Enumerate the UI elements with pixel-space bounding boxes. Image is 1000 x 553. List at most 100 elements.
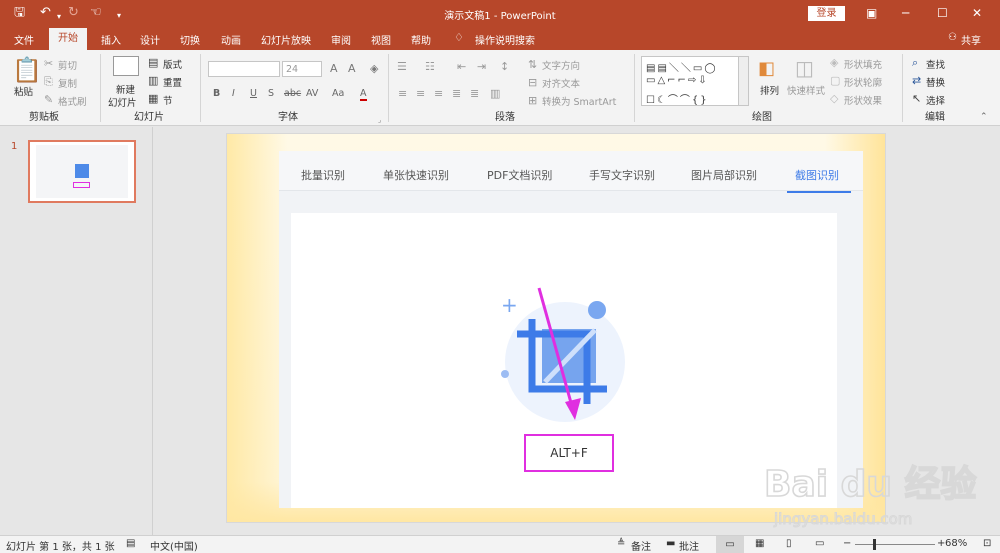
reset-button[interactable]: 重置: [163, 75, 182, 89]
slide-thumbnail-panel: 1: [0, 127, 153, 535]
paste-button[interactable]: 粘贴: [14, 84, 33, 98]
bold-button[interactable]: B: [213, 88, 220, 99]
font-color-button[interactable]: A: [360, 88, 367, 101]
increase-indent-icon[interactable]: ⇥: [477, 60, 486, 73]
collapse-ribbon-icon[interactable]: ⌃: [980, 112, 988, 122]
minimize-icon[interactable]: ─: [902, 5, 909, 21]
numbering-icon[interactable]: ☷: [425, 60, 435, 73]
shadow-button[interactable]: S: [268, 88, 274, 99]
shapes-gallery[interactable]: ▤▤＼＼▭◯ ▭△⌐⌐⇨⇩ ☐☾⌒⌒{}: [641, 56, 749, 106]
recognition-tab-strip: 批量识别 单张快速识别 PDF文档识别 手写文字识别 图片局部识别 截图识别: [279, 151, 863, 191]
bullets-icon[interactable]: ☰: [397, 60, 407, 73]
thumbnail-hotkey-box: [73, 182, 90, 188]
shape-outline-button[interactable]: 形状轮廓: [844, 75, 882, 89]
notes-button[interactable]: 备注: [631, 538, 651, 553]
tab-help[interactable]: 帮助: [411, 32, 431, 47]
shape-row-icons: ▤▤＼＼▭◯: [646, 63, 718, 74]
zoom-slider[interactable]: [855, 544, 935, 545]
quick-styles-icon[interactable]: ◫: [795, 56, 814, 80]
replace-button[interactable]: 替换: [926, 75, 945, 89]
tab-design[interactable]: 设计: [140, 32, 160, 47]
align-text-button[interactable]: 对齐文本: [542, 76, 580, 90]
cut-button[interactable]: 剪切: [58, 58, 77, 72]
format-painter-button[interactable]: 格式刷: [58, 94, 87, 108]
gallery-scroll[interactable]: [738, 56, 749, 106]
maximize-icon[interactable]: ☐: [937, 5, 948, 21]
copy-button[interactable]: 复制: [58, 76, 77, 90]
align-center-icon[interactable]: ≡: [416, 87, 425, 100]
grow-font-icon[interactable]: A: [330, 62, 338, 75]
tab-transitions[interactable]: 切换: [180, 32, 200, 47]
decor-dot: [588, 301, 606, 319]
font-name-select[interactable]: [208, 61, 280, 77]
notes-icon: ≜: [617, 538, 626, 549]
decrease-indent-icon[interactable]: ⇤: [457, 60, 466, 73]
zoom-slider-thumb[interactable]: [873, 539, 876, 550]
justify-icon[interactable]: ≣: [452, 87, 461, 100]
convert-smartart-button[interactable]: 转换为 SmartArt: [542, 94, 616, 108]
reading-view-icon[interactable]: ▯: [786, 538, 792, 549]
strikethrough-button[interactable]: abc: [284, 88, 301, 99]
quick-styles-button[interactable]: 快速样式: [787, 83, 825, 97]
tab-insert[interactable]: 插入: [101, 32, 121, 47]
ribbon-display-icon[interactable]: ▣: [866, 5, 877, 21]
window-title: 演示文稿1 - PowerPoint: [444, 11, 556, 22]
clear-format-icon[interactable]: ◈: [370, 62, 378, 75]
new-slide-label[interactable]: 新建: [116, 82, 135, 96]
align-right-icon[interactable]: ≡: [434, 87, 443, 100]
find-icon: ⌕: [912, 56, 919, 69]
reset-icon: ▥: [148, 74, 159, 87]
tab-file[interactable]: 文件: [14, 32, 34, 47]
login-button[interactable]: 登录: [808, 6, 845, 21]
underline-button[interactable]: U: [250, 88, 257, 99]
shape-row-icons: ☐☾⌒⌒{}: [646, 95, 709, 106]
italic-button[interactable]: I: [232, 88, 235, 99]
line-spacing-icon[interactable]: ↕: [500, 60, 509, 73]
tab-home[interactable]: 开始: [49, 28, 87, 50]
annotation-arrow: [537, 287, 581, 420]
columns-icon[interactable]: ▥: [490, 87, 500, 100]
comments-button[interactable]: 批注: [679, 538, 699, 553]
tab-handwriting: 手写文字识别: [589, 169, 655, 182]
arrange-icon[interactable]: ◧: [758, 58, 775, 79]
active-tab-underline: [787, 191, 851, 193]
tab-animations[interactable]: 动画: [221, 32, 241, 47]
fit-slide-icon[interactable]: ⊡: [983, 538, 991, 549]
divider: [200, 54, 201, 122]
slideshow-icon[interactable]: ▭: [815, 538, 824, 549]
change-case-button[interactable]: Aa: [332, 88, 344, 99]
slide-sorter-icon[interactable]: ▦: [755, 538, 764, 549]
arrange-button[interactable]: 排列: [760, 83, 779, 97]
close-icon[interactable]: ✕: [972, 5, 982, 21]
slide-thumbnail[interactable]: [28, 140, 136, 203]
comments-icon: ▬: [666, 538, 676, 549]
zoom-level[interactable]: 68%: [945, 538, 967, 549]
find-button[interactable]: 查找: [926, 57, 945, 71]
shape-fill-button[interactable]: 形状填充: [844, 57, 882, 71]
font-dialog-launcher-icon[interactable]: ⌟: [378, 116, 381, 124]
share-button[interactable]: 共享: [961, 32, 981, 47]
accessibility-icon[interactable]: ▤: [126, 538, 135, 549]
section-button[interactable]: 节: [163, 93, 173, 107]
layout-button[interactable]: 版式: [163, 57, 182, 71]
shrink-font-icon[interactable]: A: [348, 62, 356, 75]
distributed-icon[interactable]: ≣: [470, 87, 479, 100]
new-slide-icon[interactable]: [113, 56, 139, 76]
clipboard-group-label: 剪贴板: [29, 112, 59, 123]
tell-me-search[interactable]: 操作说明搜索: [475, 32, 535, 47]
align-left-icon[interactable]: ≡: [398, 87, 407, 100]
char-spacing-button[interactable]: AV: [306, 88, 318, 99]
zoom-out-icon[interactable]: −: [843, 538, 851, 549]
shape-effects-button[interactable]: 形状效果: [844, 93, 882, 107]
text-direction-button[interactable]: 文字方向: [542, 58, 580, 72]
normal-view-icon[interactable]: ▭: [716, 536, 744, 553]
select-button[interactable]: 选择: [926, 93, 945, 107]
tab-slideshow[interactable]: 幻灯片放映: [261, 32, 311, 47]
hotkey-label: ALT+F: [524, 434, 614, 472]
tab-view[interactable]: 视图: [371, 32, 391, 47]
paste-icon[interactable]: 📋: [12, 56, 42, 84]
font-size-select[interactable]: 24: [282, 61, 322, 77]
language-indicator[interactable]: 中文(中国): [150, 538, 198, 553]
new-slide-label-2[interactable]: 幻灯片: [108, 95, 137, 109]
tab-review[interactable]: 审阅: [331, 32, 351, 47]
